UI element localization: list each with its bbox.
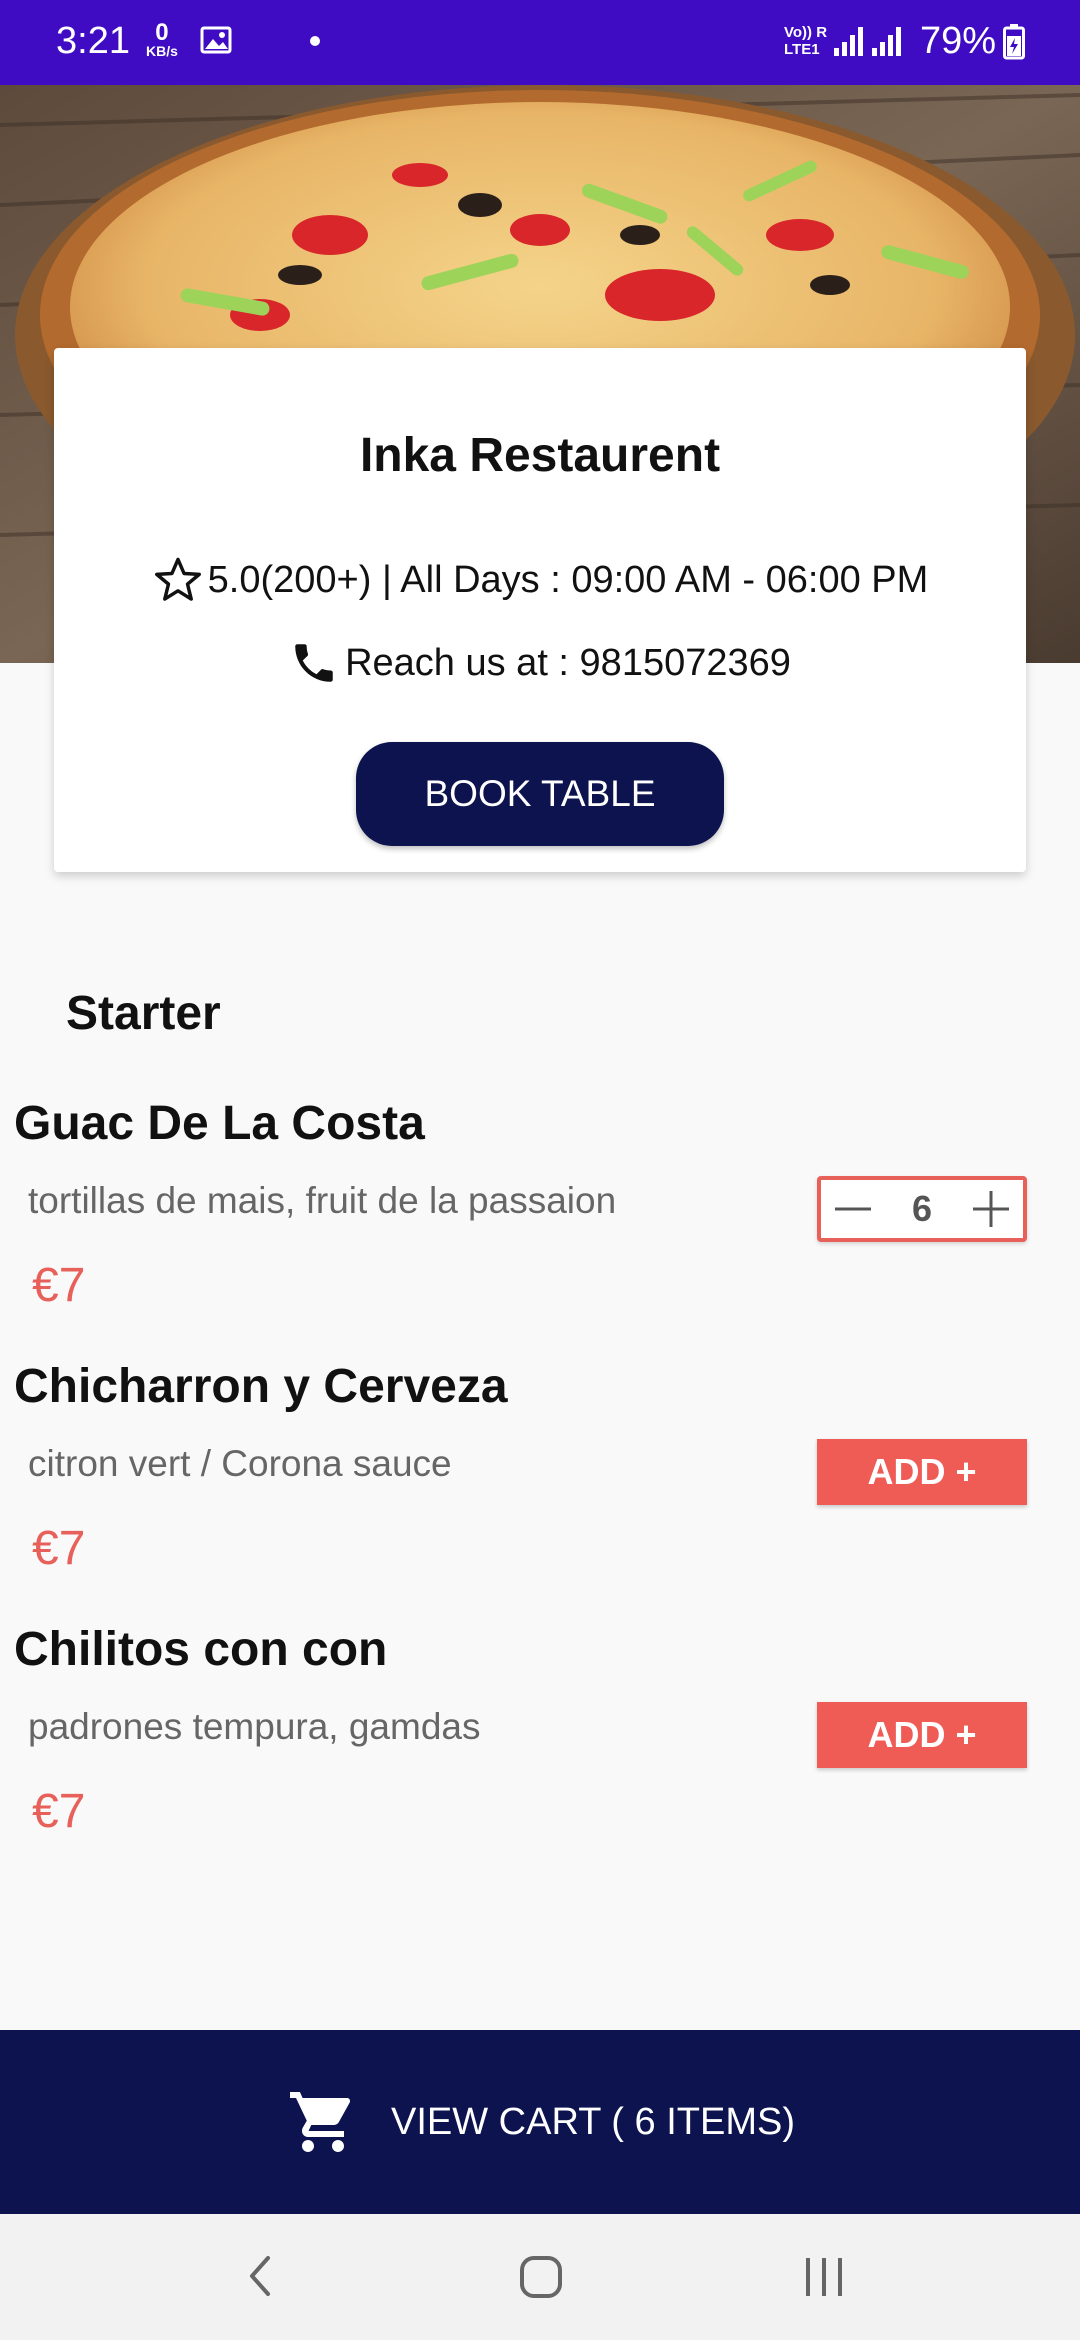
decrement-button[interactable] [831, 1187, 875, 1231]
menu-item: Guac De La Costa tortillas de mais, frui… [0, 1096, 1080, 1356]
item-name: Chicharron y Cerveza [14, 1360, 508, 1413]
notification-dot [310, 36, 320, 46]
item-description: citron vert / Corona sauce [28, 1443, 452, 1484]
volte-label: Vo)) R [784, 24, 828, 41]
contact-row[interactable]: Reach us at : 9815072369 [54, 638, 1026, 688]
item-name: Chilitos con con [14, 1623, 388, 1676]
cart-icon [290, 2092, 350, 2152]
image-icon [200, 26, 232, 54]
network-speed: 0 KB/s [146, 19, 178, 59]
item-description: tortillas de mais, fruit de la passaion [28, 1180, 617, 1221]
book-table-button[interactable]: BOOK TABLE [356, 742, 724, 846]
battery-percent: 79% [920, 20, 997, 62]
signal-icon [872, 27, 901, 56]
rating-hours-text: 5.0(200+) | All Days : 09:00 AM - 06:00 … [207, 558, 929, 601]
signal-icon [834, 27, 863, 56]
view-cart-button[interactable]: VIEW CART ( 6 ITEMS) [0, 2030, 1080, 2214]
item-price: €7 [32, 1785, 86, 1838]
contact-text: Reach us at : 9815072369 [345, 641, 791, 684]
back-icon[interactable] [240, 2250, 280, 2302]
status-time: 3:21 [56, 20, 130, 62]
item-name: Guac De La Costa [14, 1097, 425, 1150]
rating-row: 5.0(200+) | All Days : 09:00 AM - 06:00 … [54, 554, 1026, 606]
system-nav-bar [0, 2214, 1080, 2340]
restaurant-info-card: Inka Restaurent 5.0(200+) | All Days : 0… [54, 348, 1026, 872]
quantity-value: 6 [911, 1188, 933, 1229]
add-to-cart-button[interactable]: ADD + [817, 1439, 1027, 1505]
add-to-cart-button[interactable]: ADD + [817, 1702, 1027, 1768]
battery-icon [1003, 24, 1025, 60]
plus-icon [973, 1191, 1009, 1227]
volte-indicator: Vo)) R LTE1 [784, 24, 827, 58]
home-icon[interactable] [518, 2254, 564, 2300]
phone-icon [295, 644, 333, 682]
restaurant-name: Inka Restaurent [359, 429, 721, 482]
item-description: padrones tempura, gamdas [28, 1706, 481, 1747]
recents-icon[interactable] [800, 2254, 848, 2300]
menu-item: Chilitos con con padrones tempura, gamda… [0, 1622, 1080, 1882]
increment-button[interactable] [969, 1187, 1013, 1231]
lte-label: LTE1 [784, 41, 820, 58]
status-bar: 3:21 0 KB/s Vo)) R LTE1 79% [0, 0, 1080, 85]
section-title: Starter [66, 987, 221, 1040]
item-price: €7 [32, 1259, 86, 1312]
item-price: €7 [32, 1522, 86, 1575]
menu-item: Chicharron y Cerveza citron vert / Coron… [0, 1359, 1080, 1619]
star-icon [154, 557, 201, 601]
quantity-stepper[interactable]: 6 [817, 1176, 1027, 1242]
network-speed-value: 0 [155, 19, 169, 46]
network-speed-unit: KB/s [146, 43, 178, 59]
view-cart-label: VIEW CART ( 6 ITEMS) [391, 2100, 795, 2143]
minus-icon [835, 1207, 871, 1211]
